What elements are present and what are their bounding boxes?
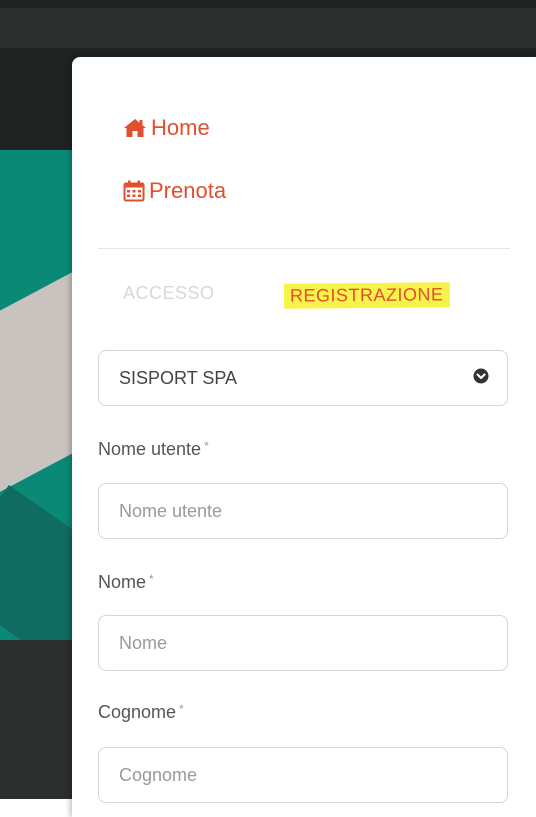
menu-divider: [98, 248, 510, 249]
nome-field[interactable]: [98, 615, 508, 671]
tab-accesso[interactable]: ACCESSO: [123, 283, 215, 304]
nome-input[interactable]: [99, 616, 507, 670]
nav-link-prenota[interactable]: Prenota: [123, 178, 226, 204]
required-mark: *: [149, 572, 154, 586]
nav-link-prenota-label: Prenota: [149, 178, 227, 203]
username-field[interactable]: [98, 483, 508, 539]
nav-link-home[interactable]: Home: [123, 115, 210, 141]
cognome-label: Cognome *: [98, 702, 184, 723]
username-label: Nome utente *: [98, 439, 209, 460]
required-mark: *: [204, 439, 209, 453]
company-select[interactable]: SISPORT SPA: [98, 350, 508, 406]
calendar-icon: [123, 180, 145, 202]
username-input[interactable]: [99, 484, 507, 538]
background-band: [0, 8, 536, 48]
tab-registrazione[interactable]: REGISTRAZIONE: [283, 282, 450, 309]
chevron-down-circle-icon: [473, 368, 489, 389]
cognome-input[interactable]: [99, 748, 507, 802]
company-select-value: SISPORT SPA: [119, 367, 238, 388]
cognome-label-text: Cognome: [98, 702, 177, 722]
side-menu-panel: Home Prenota ACCESSO REGISTRAZIONE SISPO…: [72, 57, 536, 817]
cognome-field[interactable]: [98, 747, 508, 803]
nome-label: Nome *: [98, 572, 154, 593]
required-mark: *: [179, 702, 184, 716]
nome-label-text: Nome: [98, 572, 147, 592]
username-label-text: Nome utente: [98, 439, 202, 459]
home-icon: [123, 118, 147, 138]
nav-link-home-label: Home: [151, 115, 210, 140]
